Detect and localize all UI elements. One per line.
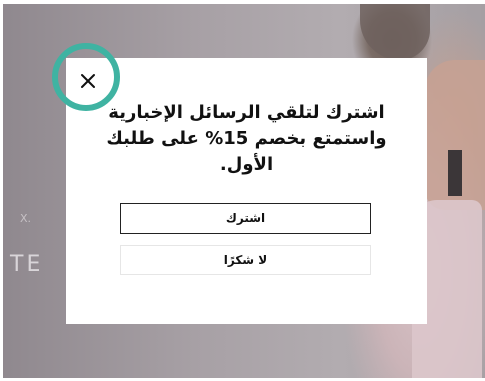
close-icon: [81, 74, 95, 88]
popup-title: اشترك لتلقي الرسائل الإخبارية واستمتع بخ…: [106, 102, 387, 175]
screen: X. TE اشترك لتلقي الرسائل الإخبارية واست…: [0, 0, 485, 381]
newsletter-popup: اشترك لتلقي الرسائل الإخبارية واستمتع بخ…: [66, 58, 427, 324]
left-edge: [0, 0, 3, 381]
subscribe-button[interactable]: اشترك: [120, 203, 371, 234]
background-small-text: X.: [20, 212, 32, 225]
decline-button[interactable]: لا شكرًا: [120, 245, 371, 275]
background-model-strap: [448, 150, 462, 196]
background-letters: TE: [10, 252, 44, 277]
close-button[interactable]: [74, 67, 102, 95]
top-edge: [0, 0, 485, 4]
